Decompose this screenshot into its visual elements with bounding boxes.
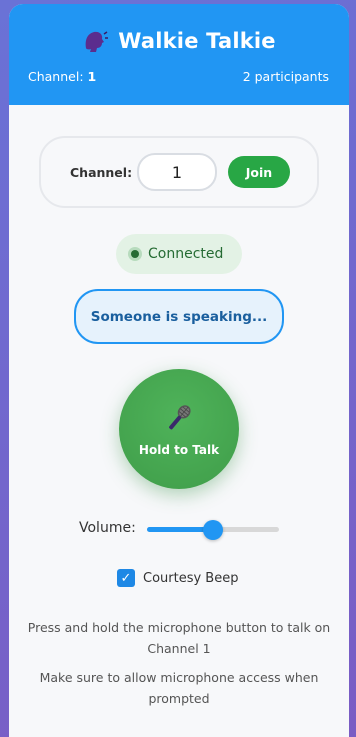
push-to-talk-button[interactable]: Hold to Talk — [119, 369, 239, 489]
courtesy-beep-checkbox[interactable]: ✓ — [117, 569, 135, 587]
status-label: Connected — [148, 246, 224, 262]
help-line-2: Make sure to allow microphone access whe… — [39, 670, 319, 706]
walkie-talkie-app: Walkie Talkie Channel: 1 2 participants … — [9, 4, 349, 737]
talk-label: Hold to Talk — [138, 443, 220, 457]
channel-number: 1 — [87, 69, 97, 84]
app-title: Walkie Talkie — [118, 29, 276, 53]
title-row: Walkie Talkie — [9, 28, 349, 54]
channel-input[interactable] — [137, 153, 217, 191]
current-channel: Channel: 1 — [28, 69, 96, 84]
microphone-icon — [169, 405, 191, 430]
join-button[interactable]: Join — [228, 156, 290, 188]
volume-slider[interactable] — [147, 520, 279, 540]
volume-control: Volume: — [79, 520, 279, 540]
header-meta: Channel: 1 2 participants — [28, 69, 329, 84]
courtesy-beep-label: Courtesy Beep — [143, 570, 239, 586]
participant-count: 2 participants — [242, 69, 329, 84]
speaking-indicator: Someone is speaking... — [74, 289, 284, 344]
volume-slider-thumb[interactable] — [203, 520, 223, 540]
volume-label: Volume: — [79, 520, 136, 536]
connection-status-badge: Connected — [116, 234, 242, 274]
speaking-head-icon — [85, 31, 109, 52]
help-line-1: Press and hold the microphone button to … — [27, 620, 331, 656]
channel-label: Channel: — [70, 164, 133, 180]
help-text: Press and hold the microphone button to … — [23, 617, 335, 709]
header: Walkie Talkie Channel: 1 2 participants — [9, 4, 349, 105]
channel-prefix: Channel: — [28, 69, 84, 84]
status-dot-icon — [128, 247, 142, 261]
courtesy-beep-option[interactable]: ✓ Courtesy Beep — [117, 569, 238, 587]
channel-selector: Channel: Join — [39, 136, 319, 208]
